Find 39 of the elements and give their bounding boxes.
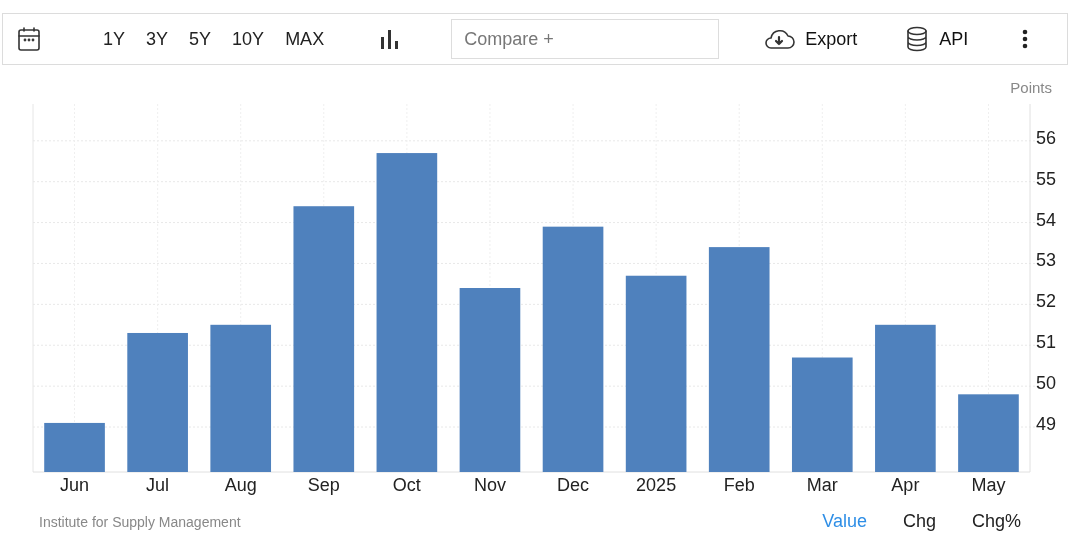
view-tab[interactable]: Value (820, 507, 869, 536)
axis-label: Feb (723, 475, 755, 495)
axis-label: 50 (1036, 373, 1057, 394)
view-tab[interactable]: Chg% (969, 507, 1023, 536)
axis-label: Jun (60, 475, 90, 495)
axis-label: 56 (1036, 127, 1057, 148)
axis-label: 55 (1036, 168, 1057, 189)
axis-label: Nov (473, 475, 506, 495)
source-label: Institute for Supply Management (39, 513, 242, 530)
api-button[interactable]: API (901, 22, 973, 56)
axis-label: Jul (146, 475, 170, 495)
axis-label: May (971, 475, 1006, 495)
range-button[interactable]: 1Y (97, 24, 132, 54)
axis-label: 49 (1036, 414, 1057, 434)
more-icon (1022, 29, 1029, 49)
axis-label: Dec (557, 475, 590, 495)
calendar-icon[interactable] (17, 26, 41, 52)
axis-label: 52 (1036, 291, 1057, 312)
range-button[interactable]: 3Y (140, 24, 175, 54)
axis-label: Oct (392, 475, 421, 495)
cloud-download-icon (763, 27, 796, 51)
view-tab[interactable]: Chg (900, 507, 938, 536)
axis-label: 2025 (636, 475, 677, 495)
range-button[interactable]: 5Y (183, 24, 218, 54)
export-button[interactable]: Export (759, 23, 862, 55)
axis-label: Sep (307, 475, 340, 495)
axis-label: Mar (806, 475, 838, 495)
database-icon (905, 26, 930, 52)
axis-label: Aug (224, 475, 257, 495)
bar (44, 422, 105, 472)
unit-label: Points (1010, 79, 1052, 96)
axis-label: 54 (1036, 209, 1057, 230)
axis-label: 51 (1036, 332, 1057, 353)
axis-label: Apr (891, 475, 920, 495)
axis-label: 53 (1036, 250, 1057, 271)
compare-field[interactable]: Compare + (451, 19, 720, 59)
bar-chart-icon[interactable] (381, 29, 400, 49)
range-button[interactable]: MAX (279, 24, 331, 54)
range-button[interactable]: 10Y (226, 24, 271, 54)
